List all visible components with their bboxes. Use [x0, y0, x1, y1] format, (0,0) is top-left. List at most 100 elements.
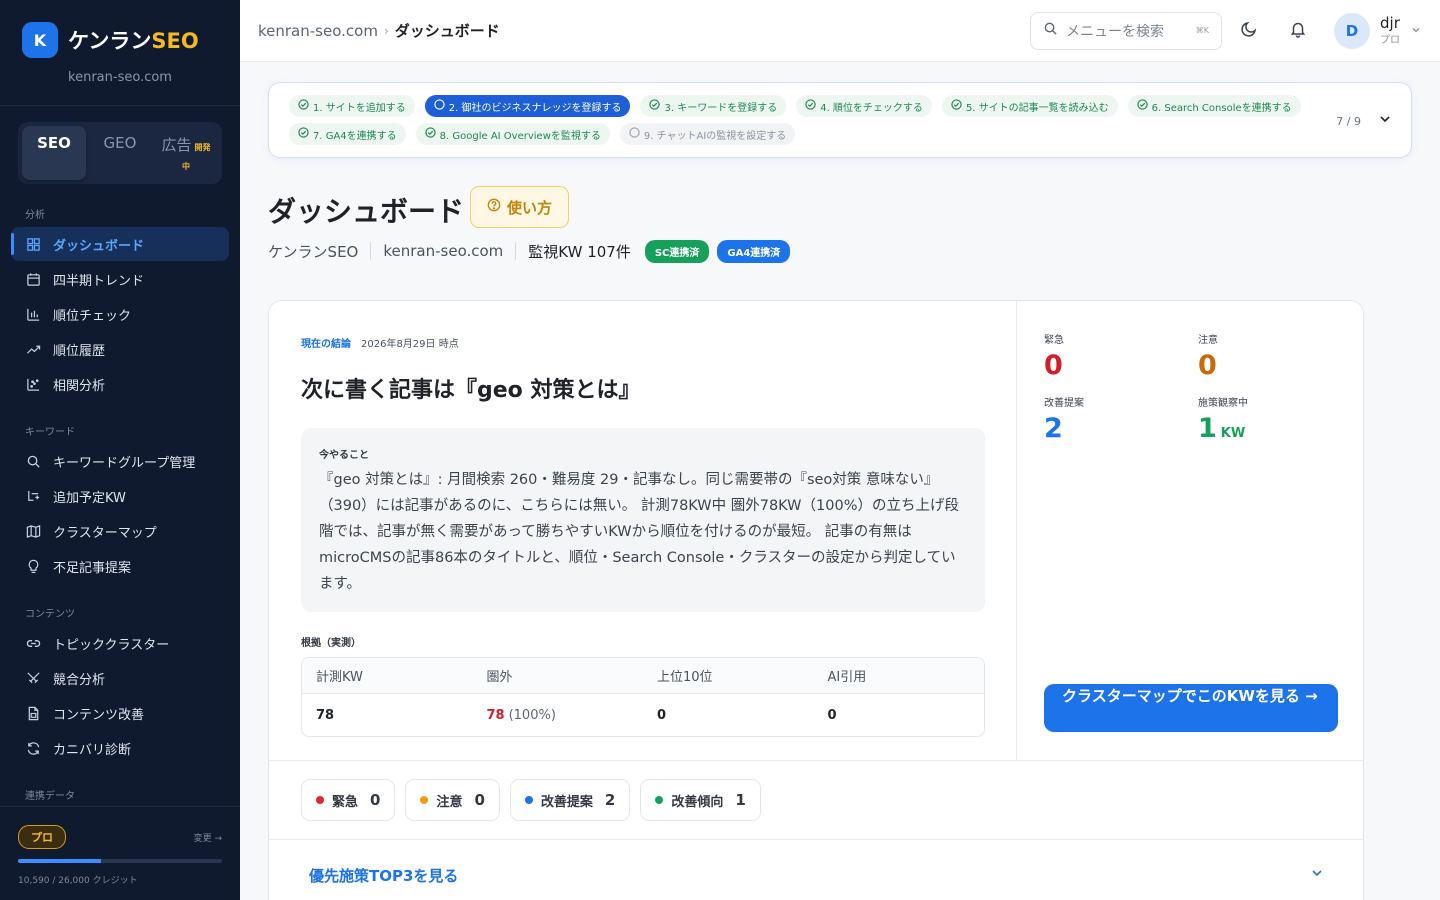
lightbulb-icon	[25, 558, 41, 574]
sidebar-item-planned-kw[interactable]: 追加予定KW	[11, 479, 229, 513]
table-header: AI引用	[827, 670, 867, 685]
circle-icon	[434, 99, 445, 113]
mode-ads[interactable]: 広告 開発 中	[154, 126, 218, 180]
filter-chip[interactable]: 緊急 0	[301, 779, 396, 821]
onboarding-steps: 1. サイトを追加する 2. 御社のビジネスナレッジを登録する 3. キーワードを登…	[268, 82, 1412, 158]
brand-logo-icon: K	[22, 22, 58, 58]
filter-chips: 緊急 0 注意 0 改善提案 2 改善傾向 1	[269, 760, 1363, 840]
user-name: djr	[1380, 13, 1400, 32]
scatter-icon	[25, 376, 41, 392]
brand-area: K ケンランSEO kenran-seo.com	[0, 0, 240, 106]
brand-logo-link[interactable]: K ケンランSEO	[22, 22, 218, 58]
step-item[interactable]: 6. Search Consoleを連携する	[1127, 95, 1301, 117]
bar-chart-icon	[25, 306, 41, 322]
check-circle-icon	[424, 127, 436, 141]
bell-icon	[1289, 20, 1307, 42]
mode-seo[interactable]: SEO	[22, 126, 86, 180]
help-circle-icon	[487, 198, 501, 216]
sidebar-item-cannibal[interactable]: カニバリ診断	[11, 731, 229, 765]
step-item[interactable]: 8. Google AI Overviewを監視する	[415, 123, 610, 145]
swords-icon	[25, 670, 41, 686]
step-item[interactable]: 5. サイトの記事一覧を読み込む	[941, 95, 1118, 117]
user-menu[interactable]: D djr プロ	[1334, 12, 1422, 49]
credit-progress-fill	[18, 859, 102, 863]
credit-text: 10,590 / 26,000 クレジット	[18, 876, 138, 886]
filter-chip[interactable]: 注意 0	[405, 779, 500, 821]
nav-section-content: コンテンツ	[25, 609, 75, 620]
sidebar-item-missing-articles[interactable]: 不足記事提案	[11, 549, 229, 583]
stat-observe: 施策観察中 1 KW	[1198, 394, 1352, 450]
stat-improve-value: 2	[1044, 413, 1063, 444]
steps-collapse-button[interactable]	[1377, 111, 1393, 131]
step-item[interactable]: 1. サイトを追加する	[289, 95, 415, 117]
search-shortcut: ⌘K	[1195, 26, 1209, 35]
chevron-down-icon	[1309, 865, 1325, 885]
step-item[interactable]: 4. 順位をチェックする	[796, 95, 932, 117]
nav-section-data: 連携データ	[25, 791, 75, 802]
out-of-rank-cell: 78 (100%)	[473, 694, 644, 736]
table-row: 78 78 (100%) 0 0	[302, 694, 984, 736]
top3-toggle[interactable]: 優先施策TOP3を見る	[269, 840, 1363, 900]
plan-badge: プロ	[18, 825, 66, 849]
sidebar-item-rank-check[interactable]: 順位チェック	[11, 297, 229, 331]
stat-improve: 改善提案 2	[1044, 394, 1198, 450]
refresh-icon	[25, 740, 41, 756]
sidebar-item-rank-history[interactable]: 順位履歴	[11, 332, 229, 366]
check-circle-icon	[805, 99, 816, 113]
dev-badge: 開発	[194, 143, 211, 152]
step-item[interactable]: 3. キーワードを登録する	[640, 95, 787, 117]
table-header: 上位10位	[657, 670, 713, 685]
trend-icon	[25, 341, 41, 357]
search-placeholder: メニューを検索	[1066, 23, 1164, 40]
moon-icon	[1240, 20, 1258, 42]
mode-geo[interactable]: GEO	[88, 126, 152, 180]
filter-chip[interactable]: 改善傾向 1	[640, 779, 761, 821]
meta-site: ケンランSEO	[268, 242, 359, 261]
search-icon	[25, 453, 41, 469]
stat-observe-value: 1 KW	[1198, 413, 1246, 444]
chevron-down-icon	[1377, 112, 1393, 131]
breadcrumb-current: ダッシュボード	[394, 22, 500, 40]
out-of-rank-value: 78	[486, 707, 505, 723]
sidebar-item-dashboard[interactable]: ダッシュボード	[11, 227, 229, 261]
step-item[interactable]: 2. 御社のビジネスナレッジを登録する	[424, 95, 631, 117]
sidebar: K ケンランSEO kenran-seo.com SEO GEO 広告 開発 中 …	[0, 0, 240, 900]
sidebar-item-cluster-map[interactable]: クラスターマップ	[11, 514, 229, 548]
filter-chip[interactable]: 改善提案 2	[509, 779, 631, 821]
check-circle-icon	[1136, 99, 1148, 113]
check-circle-icon	[298, 127, 309, 141]
calendar-icon	[25, 271, 41, 287]
breadcrumb-separator: ›	[383, 23, 389, 38]
ga4-status-badge: GA4連携済	[717, 239, 791, 263]
sidebar-item-quarterly-trend[interactable]: 四半期トレンド	[11, 262, 229, 296]
sidebar-item-content-improve[interactable]: コンテンツ改善	[11, 696, 229, 730]
sc-status-badge: SC連携済	[644, 239, 710, 263]
plan-box: プロ 変更 → 10,590 / 26,000 クレジット	[0, 806, 240, 900]
out-of-rank-pct: (100%)	[508, 707, 556, 723]
notifications-button[interactable]	[1276, 12, 1320, 50]
breadcrumb-site[interactable]: kenran-seo.com	[258, 22, 378, 40]
sidebar-item-correlation[interactable]: 相関分析	[11, 367, 229, 401]
user-plan: プロ	[1380, 34, 1400, 46]
brand-domain: kenran-seo.com	[68, 70, 172, 85]
step-item[interactable]: 7. GA4を連携する	[289, 123, 406, 145]
menu-search-input[interactable]: メニューを検索 ⌘K	[1030, 11, 1222, 50]
view-cluster-map-button[interactable]: クラスターマップでこのKWを見る →	[1044, 684, 1338, 732]
howto-button[interactable]: 使い方	[470, 186, 570, 228]
measured-kw-value: 78	[316, 707, 335, 723]
plan-change-link[interactable]: 変更 →	[194, 831, 222, 844]
step-item[interactable]: 9. チャットAIの監視を設定する	[619, 123, 796, 145]
todo-label: 今やること	[319, 450, 369, 461]
breadcrumb: kenran-seo.com › ダッシュボード	[258, 20, 500, 41]
mode-switch: SEO GEO 広告 開発 中	[18, 122, 222, 184]
conclusion-card: 現在の結論 2026年8月29日 時点 次に書く記事は『geo 対策とは』 今や…	[268, 300, 1364, 900]
page-meta: ケンランSEO kenran-seo.com 監視KW 107件 SC連携済 G…	[268, 239, 791, 263]
link-icon	[25, 635, 41, 651]
sidebar-item-competitor[interactable]: 競合分析	[11, 661, 229, 695]
basis-table: 計測KW 圏外 上位10位 AI引用 78 78 (100%) 0 0	[301, 657, 985, 737]
table-header: 計測KW	[316, 670, 363, 685]
sidebar-item-keyword-groups[interactable]: キーワードグループ管理	[11, 444, 229, 478]
theme-toggle-button[interactable]	[1227, 12, 1271, 50]
sidebar-item-topic-cluster[interactable]: トピッククラスター	[11, 626, 229, 660]
document-icon	[25, 705, 41, 721]
